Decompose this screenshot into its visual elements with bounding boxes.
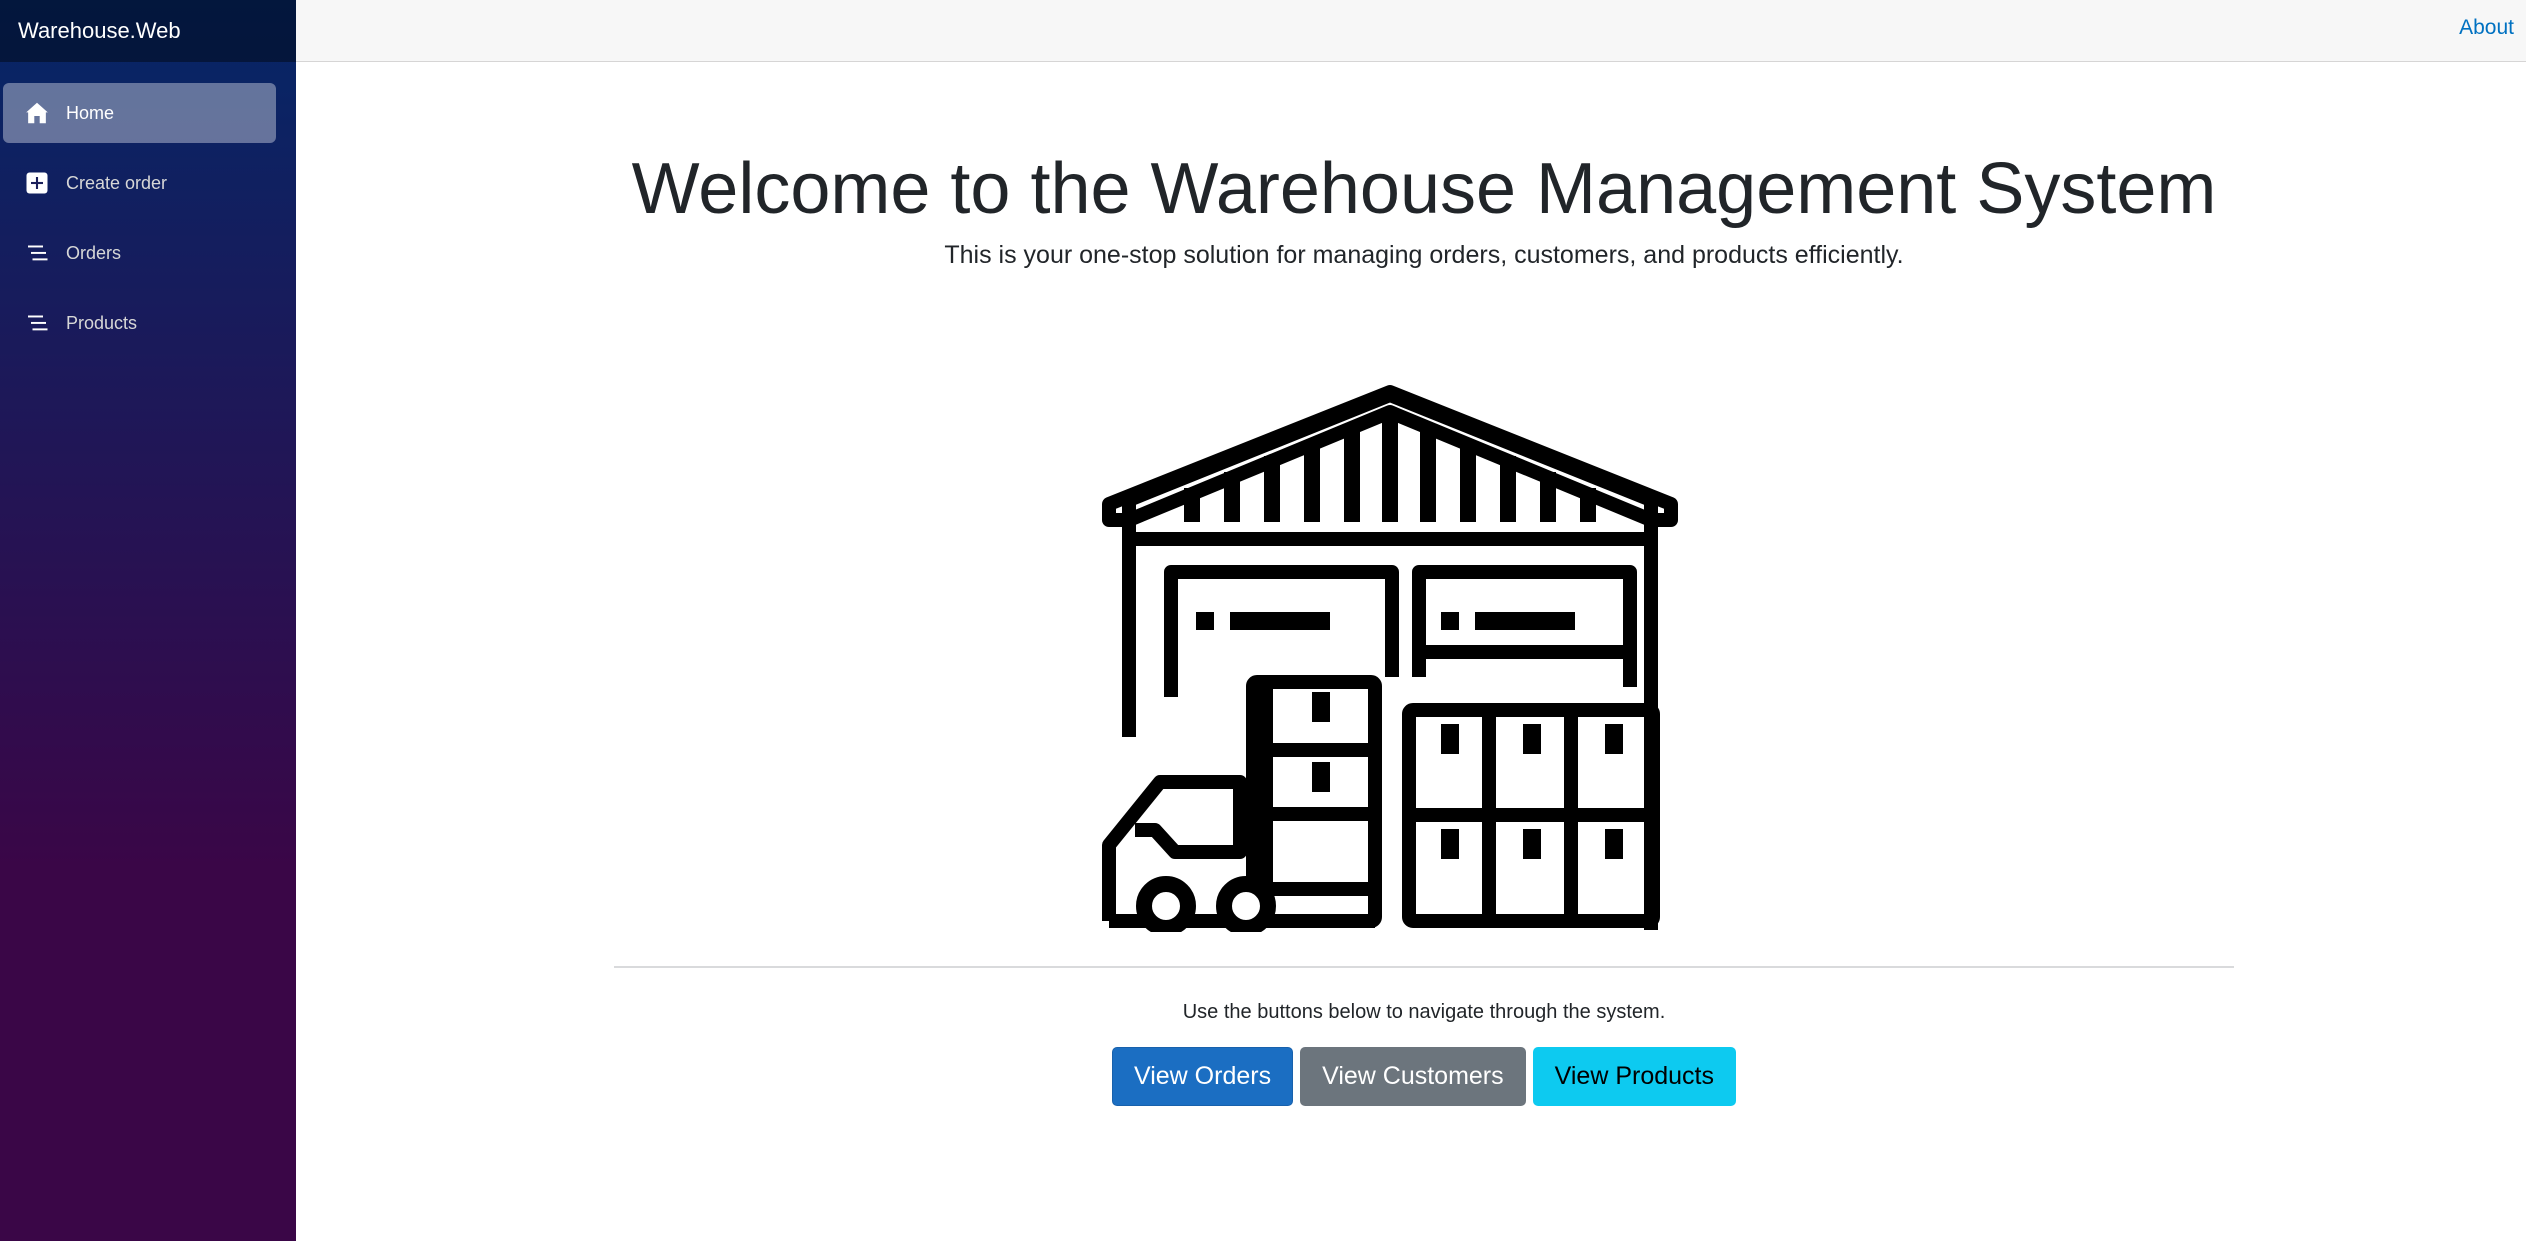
sidebar-item-create-order[interactable]: Create order (3, 153, 276, 213)
sidebar-item-products[interactable]: Products (3, 293, 276, 353)
about-link[interactable]: About (2459, 16, 2514, 40)
sidebar-item-home[interactable]: Home (3, 83, 276, 143)
warehouse-icon (1102, 385, 1678, 932)
list-icon (23, 239, 51, 267)
view-orders-button[interactable]: View Orders (1112, 1047, 1294, 1106)
action-buttons: View Orders View Customers View Products (614, 1047, 2234, 1106)
brand-link[interactable]: Warehouse.Web (18, 18, 181, 44)
sidebar-item-label: Create order (66, 172, 168, 193)
home-icon (23, 99, 51, 127)
brand-bar: Warehouse.Web (0, 0, 296, 62)
app-root: Warehouse.Web Home Create order Orders P… (0, 0, 2526, 1241)
sidebar: Warehouse.Web Home Create order Orders P… (0, 0, 296, 1241)
page-title: Welcome to the Warehouse Management Syst… (631, 149, 2217, 229)
view-customers-button[interactable]: View Customers (1300, 1047, 1526, 1106)
top-row: About (296, 0, 2526, 62)
divider (614, 966, 2234, 968)
list-icon (23, 309, 51, 337)
sidebar-item-label: Orders (66, 242, 122, 263)
navigation-hint: Use the buttons below to navigate throug… (1182, 1001, 1666, 1023)
sidebar-item-orders[interactable]: Orders (3, 223, 276, 283)
sidebar-item-label: Products (66, 312, 138, 333)
plus-square-icon (23, 169, 51, 197)
sidebar-item-label: Home (66, 102, 115, 123)
page-subtitle: This is your one-stop solution for manag… (944, 241, 1904, 269)
main-content: Welcome to the Warehouse Management Syst… (296, 62, 2526, 1241)
sidebar-nav: Home Create order Orders Products (0, 62, 296, 353)
view-products-button[interactable]: View Products (1532, 1047, 1736, 1106)
